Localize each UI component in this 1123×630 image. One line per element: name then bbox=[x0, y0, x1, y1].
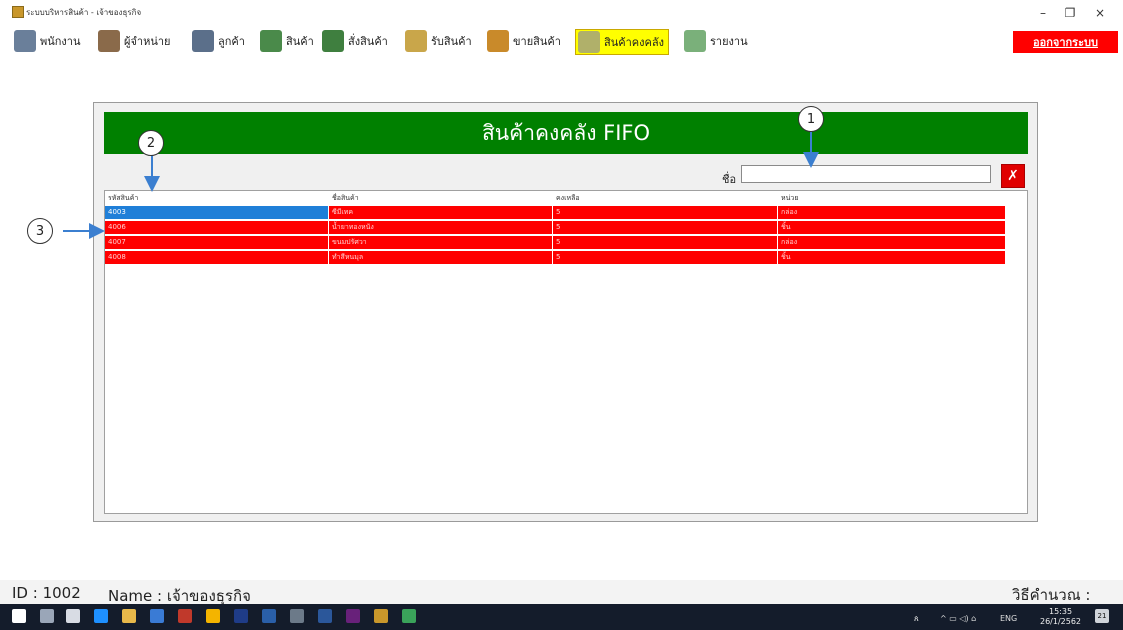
start-icon[interactable] bbox=[12, 609, 26, 623]
file-explorer-icon[interactable] bbox=[122, 609, 136, 623]
callout-1: 1 bbox=[798, 106, 824, 132]
tray-icons[interactable]: ^ ▭ ◁) ⌂ bbox=[940, 614, 976, 623]
clock-date: 26/1/2562 bbox=[1040, 617, 1082, 626]
callout-3: 3 bbox=[27, 218, 53, 244]
callout-2: 2 bbox=[138, 130, 164, 156]
clock-time: 15:35 bbox=[1048, 607, 1073, 616]
app-green-icon[interactable] bbox=[402, 609, 416, 623]
notification-icon[interactable]: 21 bbox=[1095, 609, 1109, 623]
callout-arrows bbox=[63, 132, 819, 239]
word-icon[interactable] bbox=[318, 609, 332, 623]
status-user-id: ID : 1002 bbox=[12, 584, 81, 602]
paint-icon[interactable] bbox=[290, 609, 304, 623]
visual-studio-icon[interactable] bbox=[346, 609, 360, 623]
people-icon[interactable]: ጰ bbox=[914, 614, 919, 624]
photoshop-icon[interactable] bbox=[234, 609, 248, 623]
language-indicator[interactable]: ENG bbox=[1000, 614, 1017, 623]
store-icon[interactable] bbox=[150, 609, 164, 623]
task-view-icon[interactable] bbox=[40, 609, 54, 623]
mail-icon[interactable] bbox=[66, 609, 80, 623]
app-red-icon[interactable] bbox=[178, 609, 192, 623]
clock[interactable]: 15:35 26/1/2562 bbox=[1040, 607, 1081, 627]
edge-icon[interactable] bbox=[94, 609, 108, 623]
running-app-icon[interactable] bbox=[374, 609, 388, 623]
steam-icon[interactable] bbox=[262, 609, 276, 623]
chrome-icon[interactable] bbox=[206, 609, 220, 623]
